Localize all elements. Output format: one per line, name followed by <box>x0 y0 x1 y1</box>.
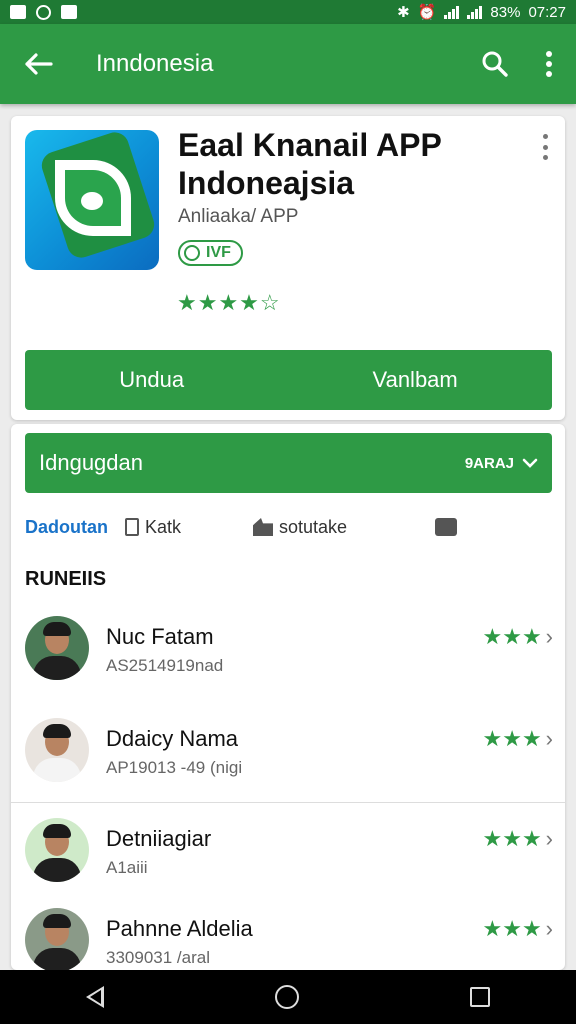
install-right-label: Vanlbam <box>372 367 458 392</box>
review-meta: 3309031 /aral <box>106 948 210 967</box>
avatar-hair <box>43 824 71 838</box>
status-system: ✱ ⏰ 83% 07:27 <box>397 3 566 22</box>
app-title-line1: Eaal Knanail APP <box>178 127 442 163</box>
chevron-down-icon <box>522 458 538 468</box>
app-title: Eaal Knanail APP Indoneajsia <box>178 126 518 202</box>
review-meta: A1aiii <box>106 858 148 877</box>
back-button[interactable] <box>0 24 76 104</box>
content-rating-badge: IVF <box>178 240 243 266</box>
review-item[interactable]: Detniiagiar A1aiii ★★★ › <box>11 818 565 908</box>
battery-text: 83% <box>490 3 521 21</box>
developer-name[interactable]: Anliaaka/ APP <box>178 206 298 228</box>
overflow-menu-icon <box>546 51 552 77</box>
chevron-right-icon: › <box>545 726 553 751</box>
alarm-icon: ⏰ <box>417 4 437 21</box>
review-meta: AS2514919nad <box>106 656 224 675</box>
status-notifications <box>10 4 77 20</box>
heart-icon <box>81 192 103 210</box>
nav-home-button[interactable] <box>274 985 299 1009</box>
avatar <box>25 616 89 680</box>
badge-label: IVF <box>206 244 231 261</box>
filter-sotutake[interactable]: sotutake <box>253 517 435 538</box>
review-rating: ★★★ › <box>483 916 554 942</box>
nav-recents-button[interactable] <box>470 987 491 1007</box>
avatar <box>25 908 89 972</box>
app-bar-title: Inndonesia <box>96 50 214 77</box>
filter-katk[interactable]: Katk <box>125 517 253 538</box>
filter-label: Katk <box>145 516 182 537</box>
reviewer-name: Ddaicy Nama <box>106 726 239 751</box>
share-button[interactable] <box>435 518 457 536</box>
nav-back-button[interactable] <box>85 986 104 1008</box>
app-rating-stars: ★★★★☆ <box>177 290 281 315</box>
stars: ★★★ <box>482 916 542 941</box>
clock: 07:27 <box>528 3 566 21</box>
thumbs-up-icon <box>253 518 273 536</box>
filter-label: sotutake <box>279 516 348 537</box>
filter-row: Dadoutan Katk sotutake <box>25 512 552 542</box>
app-title-line2: Indoneajsia <box>178 165 355 201</box>
overflow-menu-button[interactable] <box>522 24 576 104</box>
notification-icon <box>36 4 51 20</box>
app-header-card: Eaal Knanail APP Indoneajsia Anliaaka/ A… <box>11 116 565 420</box>
review-item[interactable]: Pahnne Aldelia 3309031 /aral ★★★ › <box>11 908 565 972</box>
app-overflow-menu[interactable] <box>539 134 551 160</box>
search-button[interactable] <box>468 24 522 104</box>
badge-circle-icon <box>184 245 200 261</box>
avatar-hair <box>43 914 71 928</box>
dot <box>542 155 548 160</box>
review-item[interactable]: Nuc Fatam AS2514919nad ★★★ › <box>11 616 565 706</box>
section-label: Idngugdan <box>39 450 143 475</box>
divider <box>11 802 565 803</box>
stars: ★★★ <box>482 726 542 751</box>
filter-label: Dadoutan <box>25 516 108 537</box>
avatar-hair <box>43 724 71 738</box>
reviews-card: Idngugdan 9ARAJ Dadoutan Katk sotutake R… <box>11 424 565 972</box>
avatar <box>25 818 89 882</box>
review-rating: ★★★ › <box>483 726 554 752</box>
install-button[interactable]: Undua Vanlbam <box>25 350 552 410</box>
search-icon <box>482 51 508 77</box>
review-rating: ★★★ › <box>483 624 554 650</box>
signal-icon <box>444 5 460 19</box>
review-item[interactable]: Ddaicy Nama AP19013 -49 (nigi ★★★ › <box>11 718 565 808</box>
review-rating: ★★★ › <box>483 826 554 852</box>
avatar-body <box>33 948 81 972</box>
reviewer-name: Detniiagiar <box>106 826 212 851</box>
avatar <box>25 718 89 782</box>
chevron-right-icon: › <box>545 826 553 851</box>
avatar-body <box>33 758 81 782</box>
avatar-body <box>33 656 81 680</box>
app-icon <box>25 130 159 270</box>
avatar-body <box>33 858 81 882</box>
chevron-right-icon: › <box>545 916 553 941</box>
reviews-title: RUNEIIS <box>25 568 107 590</box>
section-right-label: 9ARAJ <box>464 454 514 472</box>
system-nav-bar <box>0 970 576 1024</box>
dot <box>542 144 548 150</box>
bluetooth-icon: ✱ <box>397 4 410 21</box>
chevron-right-icon: › <box>545 624 553 649</box>
back-triangle-icon <box>85 986 104 1008</box>
back-arrow-icon <box>25 53 53 75</box>
reviewer-name: Nuc Fatam <box>106 624 214 649</box>
install-left-label: Undua <box>119 367 185 392</box>
image-icon <box>10 5 26 19</box>
stars: ★★★ <box>482 826 542 851</box>
dot <box>542 134 548 139</box>
reviewer-name: Pahnne Aldelia <box>106 916 253 941</box>
section-dropdown[interactable]: Idngugdan 9ARAJ <box>25 433 552 493</box>
app-bar: Inndonesia <box>0 24 576 104</box>
status-bar: ✱ ⏰ 83% 07:27 <box>0 0 576 24</box>
share-icon <box>435 518 457 536</box>
review-meta: AP19013 -49 (nigi <box>106 758 243 777</box>
signal-2-icon <box>467 5 483 19</box>
stars: ★★★ <box>482 624 542 649</box>
phone-icon <box>125 518 139 536</box>
avatar-hair <box>43 622 71 636</box>
photo-icon <box>61 5 77 19</box>
filter-dadoutan[interactable]: Dadoutan <box>25 517 125 538</box>
section-right: 9ARAJ <box>465 455 538 472</box>
